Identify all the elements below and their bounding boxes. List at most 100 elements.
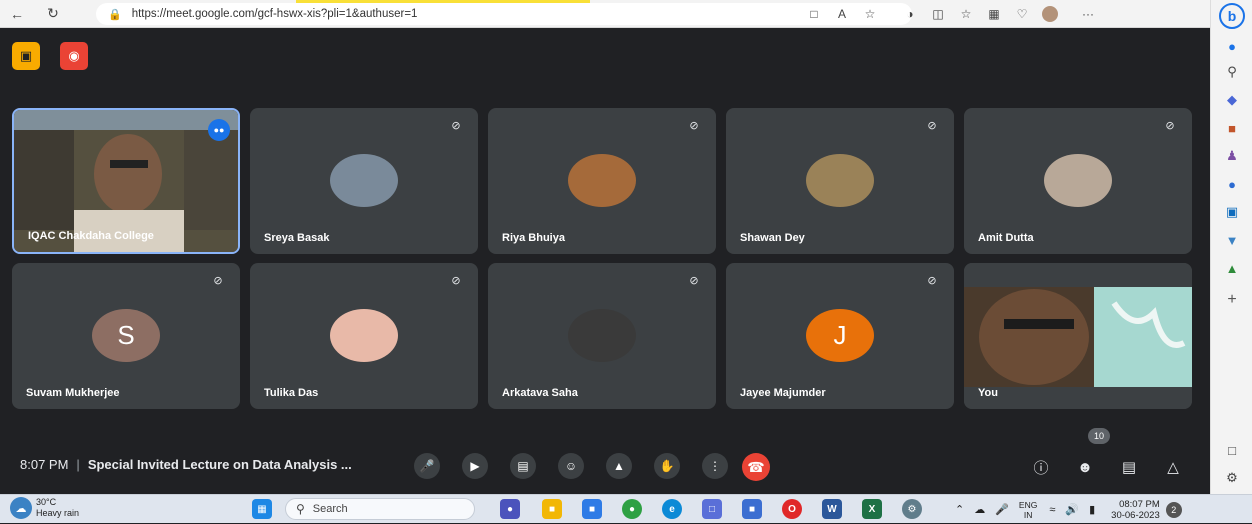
settings-app-icon[interactable]: ⚙: [902, 499, 922, 519]
language-region: IN: [1023, 509, 1033, 520]
captions-button[interactable]: ▤: [510, 453, 536, 479]
people-icon[interactable]: ☻: [1072, 454, 1098, 480]
clock[interactable]: 08:07 PM 30-06-2023: [1111, 499, 1160, 521]
reload-button[interactable]: ↻: [42, 3, 64, 25]
more-options-button[interactable]: ⋮: [702, 453, 728, 479]
participant-tile[interactable]: ⊘ Arkatava Saha: [488, 263, 716, 409]
read-aloud-icon[interactable]: A: [828, 3, 856, 25]
snipping-tool-icon[interactable]: □: [702, 499, 722, 519]
add-sidebar-app-button[interactable]: +: [1222, 290, 1242, 310]
participant-avatar: [568, 309, 636, 362]
settings-gear-icon[interactable]: ⚙: [1222, 468, 1242, 488]
word-icon[interactable]: W: [822, 499, 842, 519]
taskbar-search[interactable]: ⚲ Search: [285, 498, 475, 520]
mic-off-icon: ⊘: [689, 119, 699, 132]
more-icon[interactable]: ···: [1074, 3, 1102, 25]
participant-tile[interactable]: ⊘ S Suvam Mukherjee: [12, 263, 240, 409]
opera-icon[interactable]: O: [782, 499, 802, 519]
camera-button[interactable]: ▶: [462, 453, 488, 479]
taskbar-app-icon[interactable]: ■: [742, 499, 762, 519]
mic-tray-icon[interactable]: 🎤: [995, 503, 1009, 516]
briefcase-icon[interactable]: ■: [1222, 118, 1242, 138]
self-tile[interactable]: You: [964, 263, 1192, 409]
microphone-button[interactable]: 🎤: [414, 453, 440, 479]
outlook-icon[interactable]: ▣: [1222, 202, 1242, 222]
wifi-icon[interactable]: ≈: [1049, 504, 1055, 516]
hide-sidebar-icon[interactable]: □: [1222, 440, 1242, 460]
chat-app-icon[interactable]: ●: [500, 499, 520, 519]
emoji-reaction-button[interactable]: ☺: [558, 453, 584, 479]
participant-name: Shawan Dey: [740, 232, 805, 244]
participant-name: Amit Dutta: [978, 232, 1034, 244]
participant-tile[interactable]: ⊘ J Jayee Majumder: [726, 263, 954, 409]
end-call-button[interactable]: ☎: [742, 453, 770, 481]
participant-name: Riya Bhuiya: [502, 232, 565, 244]
battery-icon[interactable]: ▮: [1089, 503, 1095, 516]
games-icon[interactable]: ♟: [1222, 146, 1242, 166]
recording-badge-icon[interactable]: ◉: [60, 42, 88, 70]
participant-name: Tulika Das: [264, 387, 319, 399]
favorite-star-icon[interactable]: ☆: [856, 3, 884, 25]
participant-tile[interactable]: ⊘ Riya Bhuiya: [488, 108, 716, 254]
camera-off-badge-icon[interactable]: ▣: [12, 42, 40, 70]
meeting-details-icon[interactable]: ⓘ: [1028, 454, 1054, 480]
weather-widget[interactable]: ☁ 30°C Heavy rain: [10, 497, 79, 519]
notification-badge[interactable]: 2: [1165, 501, 1182, 518]
participant-count-badge: 10: [1088, 428, 1110, 444]
participant-tile[interactable]: ●● IQAC Chakdaha College: [12, 108, 240, 254]
extensions-icon[interactable]: ◑: [896, 3, 924, 25]
chat-icon[interactable]: ▤: [1116, 454, 1142, 480]
meeting-time: 8:07 PM: [20, 457, 69, 472]
search-icon[interactable]: ⚲: [1222, 62, 1242, 82]
edge-icon[interactable]: e: [662, 499, 682, 519]
mic-off-icon: ⊘: [927, 119, 937, 132]
participant-name: Jayee Majumder: [740, 387, 826, 399]
participant-avatar: S: [92, 309, 160, 362]
bing-copilot-icon[interactable]: b: [1219, 3, 1245, 29]
camera-blocked-icon[interactable]: □: [800, 3, 828, 25]
profile-avatar-icon[interactable]: [1036, 3, 1064, 25]
weather-temp: 30°C: [36, 497, 57, 507]
tree-icon[interactable]: ▲: [1222, 258, 1242, 278]
start-windows-icon[interactable]: ▦: [252, 499, 272, 519]
office-icon[interactable]: ●: [1222, 174, 1242, 194]
chevron-up-icon[interactable]: ⌃: [955, 503, 964, 516]
search-icon: ⚲: [296, 502, 305, 516]
language-code: ENG: [1018, 499, 1038, 510]
excel-icon[interactable]: X: [862, 499, 882, 519]
file-explorer-icon[interactable]: ■: [542, 499, 562, 519]
self-video: [964, 263, 1192, 409]
store-icon[interactable]: ■: [582, 499, 602, 519]
url-text: https://meet.google.com/gcf-hswx-xis?pli…: [131, 8, 418, 20]
participant-tile[interactable]: ⊘ Amit Dutta: [964, 108, 1192, 254]
participant-tile[interactable]: ⊘ Sreya Basak: [250, 108, 478, 254]
participant-avatar: [1044, 154, 1112, 207]
raise-hand-button[interactable]: ✋: [654, 453, 680, 479]
activities-icon[interactable]: △: [1160, 454, 1186, 480]
mic-off-icon: ⊘: [213, 274, 223, 287]
meeting-title: Special Invited Lecture on Data Analysis…: [87, 457, 352, 472]
back-button[interactable]: ←: [6, 3, 28, 25]
browser-essentials-icon[interactable]: ♡: [1008, 3, 1036, 25]
language-indicator[interactable]: ENG IN: [1019, 500, 1037, 520]
address-bar[interactable]: 🔒 https://meet.google.com/gcf-hswx-xis?p…: [96, 3, 912, 25]
lock-icon: 🔒: [108, 8, 122, 21]
clock-date: 30-06-2023: [1111, 509, 1160, 521]
cloud-icon[interactable]: ☁: [974, 503, 985, 516]
volume-icon[interactable]: 🔊: [1065, 503, 1079, 516]
split-screen-icon[interactable]: ◫: [924, 3, 952, 25]
reload-icon: ↻: [47, 5, 59, 21]
participant-tile[interactable]: ⊘ Tulika Das: [250, 263, 478, 409]
bell-icon[interactable]: ●: [1222, 36, 1242, 56]
present-screen-button[interactable]: ▲: [606, 453, 632, 479]
whatsapp-icon[interactable]: ●: [622, 499, 642, 519]
shopping-tag-icon[interactable]: ◆: [1222, 90, 1242, 110]
collections-icon[interactable]: ▦: [980, 3, 1008, 25]
participant-tile[interactable]: ⊘ Shawan Dey: [726, 108, 954, 254]
participant-avatar: J: [806, 309, 874, 362]
drop-icon[interactable]: ▼: [1222, 230, 1242, 250]
participant-name: Sreya Basak: [264, 232, 330, 244]
favorites-icon[interactable]: ☆: [952, 3, 980, 25]
search-placeholder: Search: [312, 503, 348, 515]
mic-off-icon: ⊘: [927, 274, 937, 287]
